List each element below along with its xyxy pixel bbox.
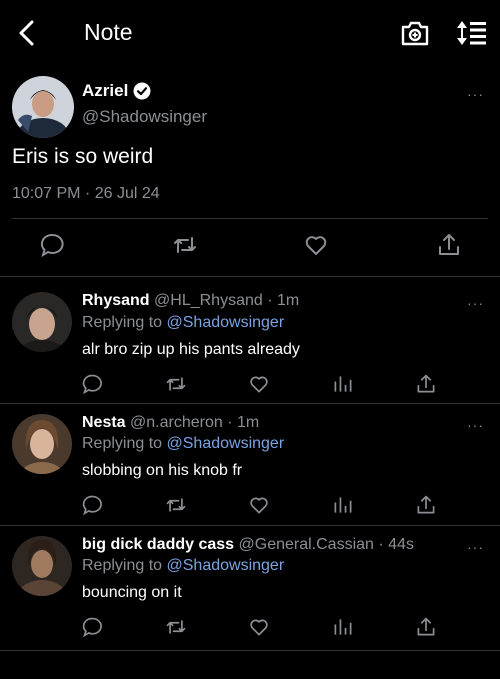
replying-to-label: Replying to [82, 557, 163, 574]
author-name[interactable]: Azriel [82, 81, 151, 101]
page-title: Note [84, 19, 133, 45]
reply-author-name[interactable]: Nesta [82, 414, 126, 431]
reply-meta: @n.archeron · 1m [130, 414, 260, 431]
replying-to-label: Replying to [82, 314, 163, 331]
post-text: Eris is so weird [12, 145, 154, 168]
reply-text: slobbing on his knob fr [82, 462, 243, 479]
share-icon[interactable] [415, 616, 437, 638]
reply-text: bouncing on it [82, 584, 182, 601]
analytics-icon[interactable] [332, 494, 354, 516]
reply-icon[interactable] [82, 616, 104, 638]
reply-icon[interactable] [82, 494, 104, 516]
more-options-icon[interactable]: ··· [467, 417, 484, 433]
reply-text: alr bro zip up his pants already [82, 341, 300, 358]
share-icon[interactable] [436, 232, 462, 258]
author-name-label: Azriel [82, 81, 129, 100]
reply-meta: @HL_Rhysand · 1m [154, 292, 300, 309]
avatar[interactable] [12, 76, 74, 138]
retweet-icon[interactable] [165, 616, 187, 638]
author-handle[interactable]: @Shadowsinger [82, 107, 207, 127]
chevron-left-icon[interactable] [14, 18, 40, 48]
avatar[interactable] [12, 414, 72, 474]
mention-link[interactable]: @Shadowsinger [167, 314, 285, 331]
reply-icon[interactable] [82, 373, 104, 395]
top-bar: Note [0, 0, 500, 64]
sort-icon[interactable] [456, 19, 488, 47]
reply-item[interactable]: Rhysand @HL_Rhysand · 1m ··· Replying to… [0, 277, 500, 403]
more-options-icon[interactable]: ··· [467, 86, 484, 102]
mention-link[interactable]: @Shadowsinger [167, 435, 285, 452]
retweet-icon[interactable] [165, 494, 187, 516]
reply-author-name[interactable]: big dick daddy cass [82, 536, 234, 553]
more-options-icon[interactable]: ··· [467, 539, 484, 555]
reply-item[interactable]: big dick daddy cass @General.Cassian · 4… [0, 526, 500, 650]
verified-badge-icon [133, 82, 151, 100]
retweet-icon[interactable] [172, 232, 198, 258]
avatar[interactable] [12, 536, 72, 596]
reply-icon[interactable] [40, 232, 66, 258]
reply-item[interactable]: Nesta @n.archeron · 1m ··· Replying to @… [0, 404, 500, 525]
reply-author-name[interactable]: Rhysand [82, 292, 150, 309]
more-options-icon[interactable]: ··· [467, 295, 484, 311]
camera-icon[interactable] [400, 19, 430, 47]
analytics-icon[interactable] [332, 616, 354, 638]
divider [12, 218, 488, 219]
replying-to-label: Replying to [82, 435, 163, 452]
avatar[interactable] [12, 292, 72, 352]
share-icon[interactable] [415, 373, 437, 395]
like-icon[interactable] [248, 616, 270, 638]
divider [0, 650, 500, 651]
analytics-icon[interactable] [332, 373, 354, 395]
mention-link[interactable]: @Shadowsinger [167, 557, 285, 574]
reply-meta: @General.Cassian · 44s [238, 536, 414, 553]
like-icon[interactable] [303, 232, 329, 258]
share-icon[interactable] [415, 494, 437, 516]
main-post: Azriel @Shadowsinger ··· Eris is so weir… [0, 64, 500, 276]
post-timestamp: 10:07 PM · 26 Jul 24 [12, 185, 160, 202]
like-icon[interactable] [248, 494, 270, 516]
retweet-icon[interactable] [165, 373, 187, 395]
like-icon[interactable] [248, 373, 270, 395]
